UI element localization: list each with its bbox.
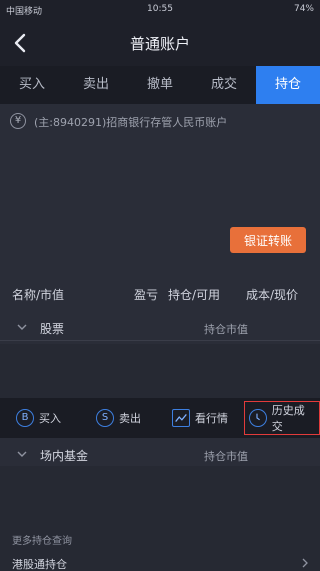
chevron-right-icon <box>302 558 308 568</box>
sell-button[interactable]: S 卖出 <box>96 398 141 438</box>
header-position: 持仓/可用 <box>168 288 221 302</box>
header-name: 名称/市值 <box>12 288 65 302</box>
hk-connect-positions-link[interactable]: 港股通持仓 <box>12 556 67 571</box>
tab-cancel[interactable]: 撤单 <box>128 66 192 104</box>
section-title: 场内基金 <box>40 449 89 463</box>
sell-label: 卖出 <box>119 412 141 425</box>
sell-icon: S <box>96 409 114 427</box>
tab-positions[interactable]: 持仓 <box>256 66 320 104</box>
stocks-list-empty <box>0 344 320 398</box>
battery-level: 74% <box>293 4 314 14</box>
history-label: 历史成交 <box>271 404 305 433</box>
quote-button[interactable]: 看行情 <box>172 398 228 438</box>
buy-button[interactable]: B 买入 <box>16 398 61 438</box>
header-cost: 成本/现价 <box>246 288 299 302</box>
section-value-label: 持仓市值 <box>204 323 248 336</box>
header-pnl: 盈亏 <box>134 288 159 302</box>
yen-icon: ¥ <box>10 113 26 129</box>
quote-label: 看行情 <box>195 412 228 425</box>
more-positions-query-label: 更多持仓查询 <box>12 536 72 547</box>
tab-buy[interactable]: 买入 <box>0 66 64 104</box>
tab-deals[interactable]: 成交 <box>192 66 256 104</box>
account-label: (主:8940291)招商银行存管人民币账户 <box>34 116 228 129</box>
page-title: 普通账户 <box>129 35 190 53</box>
tab-bar: 买入 卖出 撤单 成交 持仓 <box>0 66 320 104</box>
section-value-label: 持仓市值 <box>204 450 248 463</box>
section-title: 股票 <box>40 322 65 336</box>
nav-bar: 普通账户 <box>0 20 320 66</box>
section-funds[interactable]: 场内基金 持仓市值 <box>0 440 320 468</box>
account-row[interactable]: ¥ (主:8940291)招商银行存管人民币账户 <box>0 104 320 138</box>
action-toolbar: B 买入 S 卖出 看行情 历史成交 <box>0 398 320 438</box>
chevron-down-icon <box>17 324 27 330</box>
positions-column-header: 名称/市值 盈亏 持仓/可用 成本/现价 <box>0 280 320 306</box>
tab-sell[interactable]: 卖出 <box>64 66 128 104</box>
chart-icon <box>172 409 190 427</box>
clock: 10:55 <box>147 4 173 14</box>
buy-icon: B <box>16 409 34 427</box>
status-bar: 中国移动 10:55 74% <box>0 0 320 20</box>
buy-label: 买入 <box>39 412 61 425</box>
bank-transfer-button[interactable]: 银证转账 <box>230 227 306 253</box>
section-stocks[interactable]: 股票 持仓市值 <box>0 313 320 341</box>
chevron-down-icon <box>17 451 27 457</box>
history-deals-button[interactable]: 历史成交 <box>244 401 320 435</box>
clock-icon <box>249 409 267 427</box>
